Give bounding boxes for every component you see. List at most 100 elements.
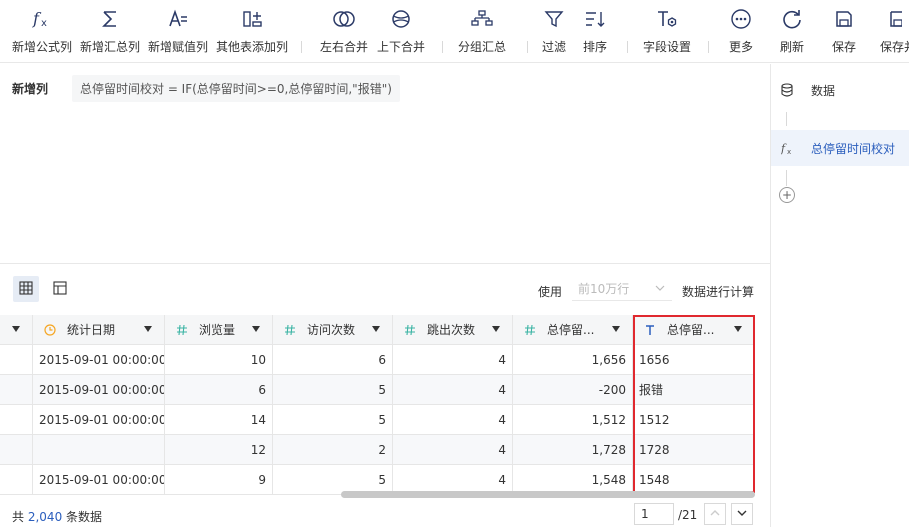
toolbar-label: 分组汇总: [458, 40, 507, 54]
clock-icon: [43, 323, 57, 336]
table-cell-stub: [0, 375, 33, 405]
sort-caret-icon[interactable]: [734, 326, 742, 332]
toolbar-label: 左右合并: [320, 40, 369, 54]
save-and-button[interactable]: 保存并: [880, 6, 909, 54]
sort-caret-icon[interactable]: [372, 326, 380, 332]
add-summary-column-button[interactable]: 新增汇总列: [80, 6, 140, 54]
column-header[interactable]: 总停留...: [633, 315, 755, 345]
row-count-summary: 共 2,040 条数据: [12, 508, 102, 525]
table-cell: 10: [165, 345, 273, 375]
column-header[interactable]: 跳出次数: [393, 315, 513, 345]
table-cell: 4: [393, 375, 513, 405]
table-cell: [33, 435, 165, 465]
step-label: 数据: [811, 83, 836, 98]
sort-icon: [584, 6, 606, 32]
table-cell: 6: [273, 345, 393, 375]
table-cell: 9: [165, 465, 273, 495]
prev-page-button[interactable]: [704, 503, 726, 525]
calc-label: 数据进行计算: [682, 285, 755, 299]
step-item-data[interactable]: 数据: [771, 72, 909, 108]
page-number-input[interactable]: [634, 503, 674, 525]
table-cell: 报错: [633, 375, 755, 405]
add-assign-column-button[interactable]: 新增赋值列: [148, 6, 208, 54]
hash-icon: [403, 324, 417, 336]
refresh-button[interactable]: 刷新: [780, 6, 804, 54]
step-label: 总停留时间校对: [811, 141, 896, 156]
column-header-label: 跳出次数: [427, 323, 476, 337]
add-column-from-other-table-button[interactable]: 其他表添加列: [216, 6, 288, 54]
refresh-icon: [781, 6, 803, 32]
save-icon: [834, 6, 854, 32]
sum-icon: [100, 6, 120, 32]
table-cell: 1512: [633, 405, 755, 435]
row-count-prefix: 共: [12, 510, 25, 524]
column-header[interactable]: 统计日期: [33, 315, 165, 345]
step-connector: [786, 112, 787, 126]
sort-caret-icon[interactable]: [144, 326, 152, 332]
merge-vertical-button[interactable]: 上下合并: [377, 6, 425, 54]
row-count-suffix: 条数据: [66, 510, 103, 524]
next-page-button[interactable]: [731, 503, 753, 525]
merge-horizontal-icon: [332, 6, 356, 32]
layout-icon: [53, 280, 67, 298]
table-cell-stub: [0, 465, 33, 495]
toolbar-label: 保存: [832, 40, 857, 54]
hash-icon: [523, 324, 537, 336]
table-cell: 2015-09-01 00:00:00: [33, 405, 165, 435]
table-cell: 1,656: [513, 345, 633, 375]
step-item-formula[interactable]: fx 总停留时间校对: [771, 130, 909, 166]
sort-caret-icon[interactable]: [12, 326, 20, 332]
table-cell: 4: [393, 435, 513, 465]
column-header-label: 浏览量: [199, 323, 236, 337]
add-step-button[interactable]: +: [779, 187, 795, 203]
table-cell-stub: [0, 435, 33, 465]
toolbar-divider: [527, 41, 528, 53]
column-header[interactable]: 总停留...: [513, 315, 633, 345]
save-button[interactable]: 保存: [832, 6, 856, 54]
merge-horizontal-button[interactable]: 左右合并: [320, 6, 368, 54]
group-summary-button[interactable]: 分组汇总: [458, 6, 506, 54]
sort-caret-icon[interactable]: [612, 326, 620, 332]
toolbar-label: 字段设置: [643, 40, 692, 54]
table-cell-stub: [0, 345, 33, 375]
assign-icon: [167, 6, 189, 32]
row-count-value: 2,040: [27, 510, 63, 524]
more-button[interactable]: 更多: [729, 6, 753, 54]
column-header[interactable]: 访问次数: [273, 315, 393, 345]
grid-view-toggle[interactable]: [13, 276, 39, 302]
row-limit-select[interactable]: 前10万行: [572, 277, 672, 301]
text-type-icon: [643, 324, 657, 336]
column-header-stub[interactable]: [0, 315, 33, 345]
table-cell: 5: [273, 405, 393, 435]
sort-button[interactable]: 排序: [583, 6, 607, 54]
toolbar-label: 新增赋值列: [148, 40, 209, 54]
layout-view-toggle[interactable]: [47, 276, 73, 302]
formula-expression[interactable]: 总停留时间校对 = IF(总停留时间>=0,总停留时间,"报错"): [72, 75, 400, 102]
chevron-up-icon: [709, 507, 721, 522]
field-settings-button[interactable]: 字段设置: [643, 6, 691, 54]
table-cell-stub: [0, 405, 33, 435]
row-limit-placeholder: 前10万行: [578, 282, 630, 296]
table-cell: 12: [165, 435, 273, 465]
toolbar-label: 过滤: [542, 40, 567, 54]
toolbar-label: 刷新: [780, 40, 805, 54]
field-settings-icon: [656, 6, 678, 32]
horizontal-scrollbar[interactable]: [341, 491, 755, 498]
sort-caret-icon[interactable]: [492, 326, 500, 332]
grid-icon: [19, 280, 33, 298]
column-header[interactable]: 浏览量: [165, 315, 273, 345]
column-header-label: 访问次数: [307, 323, 356, 337]
table-cell: 2: [273, 435, 393, 465]
more-icon: [730, 6, 752, 32]
column-header-label: 总停留...: [667, 323, 715, 337]
formula-panel: 新增列 总停留时间校对 = IF(总停留时间>=0,总停留时间,"报错"): [0, 64, 770, 264]
hash-icon: [283, 324, 297, 336]
toolbar: fx 新增公式列 新增汇总列 新增赋值列 其他表添加列 左右合并 上下合并 分组…: [0, 0, 909, 63]
add-formula-column-button[interactable]: fx 新增公式列: [12, 6, 72, 54]
filter-button[interactable]: 过滤: [542, 6, 566, 54]
toolbar-label: 排序: [583, 40, 608, 54]
group-summary-icon: [471, 6, 493, 32]
sort-caret-icon[interactable]: [252, 326, 260, 332]
table-cell: 2015-09-01 00:00:00: [33, 375, 165, 405]
column-header-label: 总停留...: [547, 323, 595, 337]
